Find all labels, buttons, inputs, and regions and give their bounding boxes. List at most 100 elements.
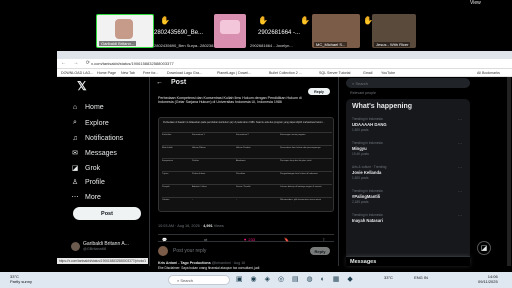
more-icon[interactable]: ⋯ xyxy=(458,213,462,218)
relevant-people-label: Relevant people xyxy=(350,91,376,95)
bookmark-item[interactable]: Free for... xyxy=(143,71,158,75)
search-input[interactable]: ⌕ Search xyxy=(346,78,470,88)
nav-grok[interactable]: ◪ Grok xyxy=(71,164,100,173)
nav-label: Notifications xyxy=(85,134,124,142)
left-nav: 𝕏 ⌂ Home ⌕ Explore ♫ Notifications ✉ Mes… xyxy=(57,77,149,266)
messages-drawer[interactable]: Messages xyxy=(346,256,470,266)
reply-author: Kris Antoni - Tago Productions xyxy=(158,261,211,265)
address-bar[interactable]: ← → ⟳ x.com/tanisakbi/status/19061588325… xyxy=(57,59,512,69)
tab-bar[interactable] xyxy=(57,51,512,59)
post-header: ← Post xyxy=(156,79,186,86)
account-switcher[interactable]: Garibaldi Britann A... @GBritann68 xyxy=(71,241,129,251)
taskbar-search[interactable]: ⌕ Search xyxy=(168,275,230,285)
participant-thumbnail[interactable]: Jesus - With Ricer xyxy=(372,14,416,48)
bookmark-item[interactable]: PlanetLagu | Downl... xyxy=(217,71,251,75)
screen: Garibaldi Britann... ✋ 2802435690_Be... … xyxy=(0,0,512,288)
scrollbar[interactable] xyxy=(507,77,511,266)
more-icon[interactable]: ⋯ xyxy=(458,117,462,122)
bookmark-item[interactable]: New Tab xyxy=(121,71,135,75)
nav-home[interactable]: ⌂ Home xyxy=(71,103,104,111)
heart-icon: ♥ xyxy=(244,236,247,242)
table-cell: Lulusan bekerja di lembaga negara & swas… xyxy=(280,186,322,188)
bookmarks-bar: DOWNLOAD LAG... Home Page New Tab Free f… xyxy=(57,69,512,77)
status-url: https://x.com/tanisakbi/status/190615883… xyxy=(57,258,149,264)
view-count: 4,991 xyxy=(203,224,213,228)
reply-top-button[interactable]: Reply xyxy=(308,88,330,95)
reply-tweet[interactable]: Kris Antoni - Tago Productions @krisanto… xyxy=(158,261,334,270)
clock-date: 09/11/2025 xyxy=(478,279,498,284)
post-image[interactable]: Perbedaan di bawah ini didasarkan pada p… xyxy=(158,117,334,212)
right-sidebar: ⌕ Search Relevant people What's happenin… xyxy=(342,77,472,266)
share-icon[interactable]: ⇪ xyxy=(322,237,325,242)
more-icon[interactable]: ⋯ xyxy=(458,189,462,194)
page-title: Post xyxy=(171,79,187,86)
x-page: 𝕏 ⌂ Home ⌕ Explore ♫ Notifications ✉ Mes… xyxy=(57,77,512,270)
raised-hand-icon: ✋ xyxy=(300,16,310,25)
nav-explore[interactable]: ⌕ Explore xyxy=(71,119,109,127)
weather-condition: Partly sunny xyxy=(10,279,33,284)
trend-count: 1,500 posts xyxy=(352,176,369,180)
clock[interactable]: 14:06 09/11/2025 xyxy=(478,274,498,284)
participant-thumbnail[interactable] xyxy=(214,14,246,48)
trend-item[interactable]: Trending in Indonesia UDAAAAH DANG 1,500… xyxy=(352,117,462,132)
post-button[interactable]: Post xyxy=(73,207,141,220)
participant-name: 2802435690_Ben Surya... xyxy=(154,43,201,48)
zoom-view-button[interactable]: View xyxy=(470,0,481,6)
bookmark-item[interactable]: Home Page xyxy=(97,71,116,75)
nav-notifications[interactable]: ♫ Notifications xyxy=(71,134,123,142)
nav-more[interactable]: ⋯ More xyxy=(71,193,101,202)
trend-name: Inayah Natasari xyxy=(352,218,383,223)
table-cell: Hukum Perdata xyxy=(236,147,251,149)
trend-item[interactable]: Arts & culture · Trending Jovie Kellanda… xyxy=(352,165,462,180)
post-time: 10:03 AM · Aug 16, 2025 · xyxy=(158,224,203,228)
like-button[interactable]: ♥ 233 xyxy=(244,237,255,242)
more-icon[interactable]: ⋯ xyxy=(458,141,462,146)
nav-profile[interactable]: ♙ Profile xyxy=(71,178,105,187)
browser-nav-icons[interactable]: ← → ⟳ xyxy=(61,60,93,66)
trend-item[interactable]: Trending in Indonesia #PalingMantili 2,1… xyxy=(352,189,462,204)
table-cell: Persiapan kerja dan lanjutan studi xyxy=(280,160,312,162)
table-row: Kompetensi Praktisi Akademisi Persiapan … xyxy=(162,158,332,170)
participant-name: Garibaldi Britann... xyxy=(99,41,137,46)
weather-widget[interactable]: 33°C Partly sunny xyxy=(10,274,32,284)
bookmark-item[interactable]: SQL Server Tutorial xyxy=(319,71,350,75)
table-cell: Kurikulum xyxy=(162,134,172,136)
avatar xyxy=(71,241,80,251)
x-logo-icon[interactable]: 𝕏 xyxy=(77,79,87,93)
bookmark-item[interactable]: All Bookmarks xyxy=(477,71,500,75)
raised-hand-icon: ✋ xyxy=(160,16,170,25)
reply-button[interactable]: Reply xyxy=(310,247,330,255)
home-icon: ⌂ xyxy=(72,103,78,111)
table-row: Tujuan Profesi hukum Penelitian Pengemba… xyxy=(162,171,332,183)
trend-item[interactable]: Trending in Indonesia Inayah Natasari ⋯ xyxy=(352,213,462,223)
bookmark-item[interactable]: Gmail xyxy=(363,71,372,75)
bookmark-item[interactable]: Bullet Collection 2 ... xyxy=(269,71,302,75)
participant-thumbnail[interactable]: Garibaldi Britann... xyxy=(96,14,154,48)
grok-icon[interactable]: ◪ xyxy=(477,241,491,255)
more-icon[interactable]: ⋯ xyxy=(458,165,462,170)
repost-icon[interactable]: ⇄ xyxy=(204,237,207,242)
table-cell: Praktisi xyxy=(192,160,199,162)
reply-icon[interactable]: 💬 xyxy=(162,237,167,242)
trend-item[interactable]: Trending in Indonesia Mingyu 19.4K posts… xyxy=(352,141,462,156)
system-tray[interactable]: 33°C ENG IN xyxy=(384,275,428,280)
taskbar: 33°C Partly sunny ⌕ Search ▣ ◉ ◈ ◎ ▤ ◍ ◐… xyxy=(0,272,512,288)
back-arrow-icon[interactable]: ← xyxy=(156,79,163,86)
nav-messages[interactable]: ✉ Messages xyxy=(71,149,117,158)
taskbar-search-placeholder: Search xyxy=(180,278,194,283)
table-cell: Advokat / Jaksa xyxy=(192,186,207,188)
main-column: ← Post Reply Perbedaan Kompetensi dan Ko… xyxy=(149,77,339,270)
bookmark-item[interactable]: DOWNLOAD LAG... xyxy=(61,71,93,75)
table-cell: Penelitian xyxy=(236,173,246,175)
taskbar-apps[interactable]: ▣ ◉ ◈ ◎ ▤ ◍ ◐ ▦ ◆ xyxy=(236,275,356,283)
nav-label: Profile xyxy=(85,178,105,186)
more-icon: ⋯ xyxy=(71,194,79,201)
bookmark-item[interactable]: Download Lagu Gra... xyxy=(167,71,202,75)
trend-name: Jovie Kellanda xyxy=(352,170,382,175)
reply-input[interactable]: Post your reply xyxy=(173,248,206,254)
bookmark-item[interactable]: YouTube xyxy=(381,71,395,75)
participant-thumbnail[interactable]: MC_Michael S... xyxy=(312,14,360,48)
url-text[interactable]: x.com/tanisakbi/status/19061588325880033… xyxy=(91,61,174,66)
bookmark-icon[interactable]: 🔖 xyxy=(284,237,289,242)
participant-video xyxy=(115,19,133,39)
